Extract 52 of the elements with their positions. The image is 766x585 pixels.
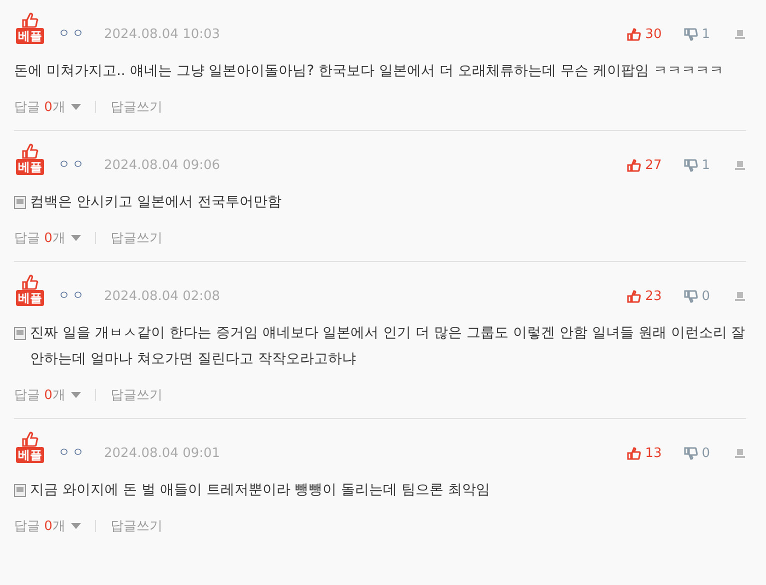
report-icon[interactable] bbox=[734, 448, 746, 459]
write-reply-link[interactable]: 답글쓰기 bbox=[110, 386, 162, 404]
author-name[interactable]: ㅇㅇ bbox=[58, 444, 86, 463]
dislike-button[interactable]: 1 bbox=[684, 27, 710, 42]
thumbs-down-icon bbox=[684, 447, 698, 460]
thumbs-up-icon bbox=[21, 143, 39, 159]
caret-icon bbox=[71, 235, 82, 241]
like-button[interactable]: 23 bbox=[627, 289, 662, 304]
like-button[interactable]: 13 bbox=[627, 446, 662, 461]
reply-toggle[interactable]: 답글 0개 bbox=[14, 517, 66, 535]
report-icon[interactable] bbox=[734, 29, 746, 40]
reply-toggle[interactable]: 답글 0개 bbox=[14, 229, 66, 247]
best-badge: 베플 bbox=[16, 28, 44, 44]
comment-date: 2024.08.04 09:01 bbox=[104, 446, 220, 463]
reply-toggle[interactable]: 답글 0개 bbox=[14, 98, 66, 116]
best-badge: 베플 bbox=[16, 447, 44, 463]
thumbs-up-icon bbox=[627, 28, 642, 41]
comment-date: 2024.08.04 02:08 bbox=[104, 289, 220, 306]
reply-toggle[interactable]: 답글 0개 bbox=[14, 386, 66, 404]
best-badge: 베플 bbox=[16, 159, 44, 175]
report-icon[interactable] bbox=[734, 291, 746, 302]
caret-icon bbox=[71, 392, 82, 398]
comment-date: 2024.08.04 09:06 bbox=[104, 158, 220, 175]
dislike-button[interactable]: 0 bbox=[684, 289, 710, 304]
thumbs-up-icon bbox=[21, 274, 39, 290]
comment-text: 돈에 미쳐가지고.. 얘네는 그냥 일본아이돌아님? 한국보다 일본에서 더 오래체류하는데 무슨 케이팝임 ㅋㅋㅋㅋㅋ bbox=[14, 62, 724, 81]
thumbs-down-icon bbox=[684, 28, 698, 41]
dislike-button[interactable]: 0 bbox=[684, 446, 710, 461]
like-button[interactable]: 30 bbox=[627, 27, 662, 42]
author-name[interactable]: ㅇㅇ bbox=[58, 287, 86, 306]
thumbs-up-icon bbox=[627, 447, 642, 460]
comment-text: 진짜 일을 개ㅂㅅ같이 한다는 증거임 얘네보다 일본에서 인기 더 많은 그룹도 이렇겐 안함 일녀들 원래 이런소리 잘 안하는데 얼마나 쳐오가면 질린다고 작작오라고하냐 bbox=[30, 324, 746, 369]
report-icon[interactable] bbox=[734, 160, 746, 171]
thumbs-down-icon bbox=[684, 290, 698, 303]
like-button[interactable]: 27 bbox=[627, 158, 662, 173]
comment-text: 컴백은 안시키고 일본에서 전국투어만함 bbox=[30, 193, 282, 212]
dislike-button[interactable]: 1 bbox=[684, 158, 710, 173]
author-name[interactable]: ㅇㅇ bbox=[58, 156, 86, 175]
thumbs-down-icon bbox=[684, 159, 698, 172]
caret-icon bbox=[71, 104, 82, 110]
comment-text: 지금 와이지에 돈 벌 애들이 트레저뿐이라 뺑뺑이 돌리는데 팀으론 최악임 bbox=[30, 481, 490, 500]
caret-icon bbox=[71, 523, 82, 529]
thumbs-up-icon bbox=[627, 290, 642, 303]
write-reply-link[interactable]: 답글쓰기 bbox=[110, 229, 162, 247]
thumbs-up-icon bbox=[21, 12, 39, 28]
best-badge: 베플 bbox=[16, 290, 44, 306]
thumbs-up-icon bbox=[21, 431, 39, 447]
thumbs-up-icon bbox=[627, 159, 642, 172]
write-reply-link[interactable]: 답글쓰기 bbox=[110, 517, 162, 535]
write-reply-link[interactable]: 답글쓰기 bbox=[110, 98, 162, 116]
comment-date: 2024.08.04 10:03 bbox=[104, 27, 220, 44]
author-name[interactable]: ㅇㅇ bbox=[58, 25, 86, 44]
